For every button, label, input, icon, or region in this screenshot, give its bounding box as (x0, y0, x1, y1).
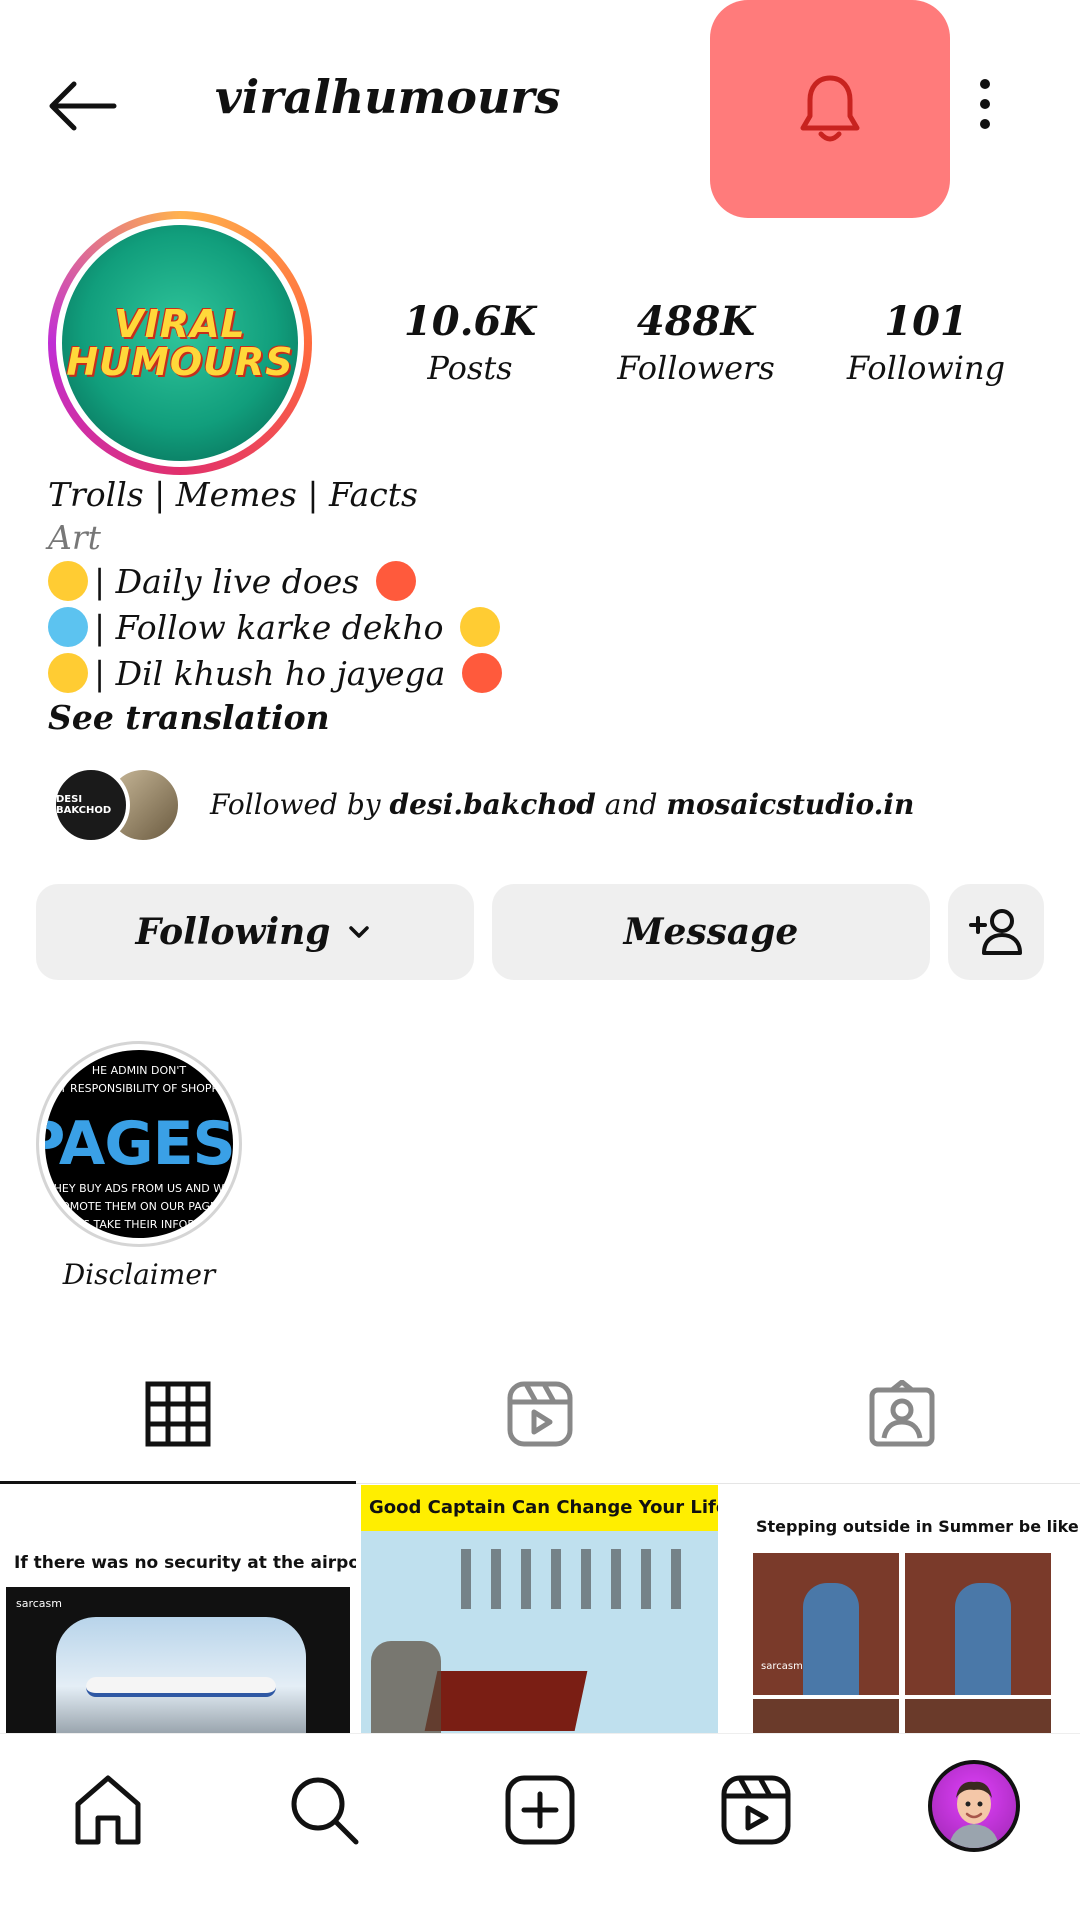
add-person-icon (969, 909, 1022, 955)
mutual-follower-name: desi.bakchod (389, 788, 596, 821)
notifications-button[interactable] (710, 0, 950, 218)
post-caption: Stepping outside in Summer be like : (756, 1517, 1080, 1536)
bell-icon (800, 75, 860, 142)
followed-by-text[interactable]: Followed by desi.bakchod and mosaicstudi… (210, 788, 914, 821)
more-options-icon[interactable] (965, 76, 1005, 132)
suggest-people-button[interactable] (948, 884, 1044, 980)
following-label: Following (846, 349, 1006, 387)
highlight-text: Y RESPONSIBILITY OF SHOPP (59, 1082, 219, 1095)
followers-label: Followers (617, 349, 775, 387)
profile-username: viralhumours (215, 70, 561, 124)
message-button-label: Message (623, 911, 799, 953)
smiling-face-icon (48, 653, 88, 693)
grid-tab-icon[interactable] (144, 1380, 212, 1448)
following-count: 101 (884, 298, 968, 345)
see-translation-link[interactable]: See translation (48, 696, 330, 740)
hot-face-icon (375, 561, 416, 601)
posts-count: 10.6K (403, 298, 537, 345)
following-button[interactable]: Following (36, 884, 474, 980)
followed-by-conjunction: and (604, 788, 658, 821)
story-highlight[interactable]: HE ADMIN DON'T Y RESPONSIBILITY OF SHOPP… (36, 1041, 242, 1247)
drooling-face-icon (460, 607, 501, 647)
tagged-tab-icon[interactable] (868, 1380, 936, 1448)
profile-avatar[interactable]: VIRAL HUMOURS (48, 211, 312, 475)
post-caption: Good Captain Can Change Your Life (369, 1497, 718, 1518)
highlight-text: OMOTE THEM ON OUR PAGE (61, 1200, 217, 1213)
highlight-label: Disclaimer (62, 1258, 216, 1291)
drooling-face-icon (48, 561, 88, 601)
post-tag: sarcasm (16, 1597, 62, 1610)
followers-count: 488K (636, 298, 756, 345)
create-post-icon[interactable] (502, 1772, 578, 1848)
mutual-follower-name: mosaicstudio.in (666, 788, 915, 821)
post-caption: If there was no security at the airport (14, 1553, 356, 1573)
back-arrow-icon[interactable] (44, 68, 124, 148)
followers-stat[interactable]: 488K Followers (596, 298, 796, 390)
bio-line: Trolls | Memes | Facts (48, 475, 418, 514)
bio-text: | Dil khush ho jayega (94, 654, 446, 693)
chevron-down-icon (349, 926, 370, 938)
active-tab-indicator (0, 1481, 356, 1484)
reels-tab-icon[interactable] (506, 1380, 574, 1448)
memoji-avatar-icon (949, 1781, 999, 1848)
highlight-title: PAGES. (45, 1109, 233, 1179)
avatar-text: DESI BAKCHOD (56, 794, 112, 816)
post-tag: sarcasm (761, 1661, 803, 1672)
bio-line: | Daily live does (48, 560, 422, 604)
bio-line: | Follow karke dekho (48, 606, 506, 650)
bio-text: | Follow karke dekho (94, 608, 444, 647)
search-icon[interactable] (286, 1772, 362, 1848)
post-image-panel (905, 1553, 1051, 1695)
profile-tab-avatar[interactable] (928, 1760, 1020, 1852)
post-image: sarcasm (6, 1587, 350, 1733)
avatar-text: HUMOURS (66, 340, 294, 384)
post-image (361, 1531, 718, 1733)
following-stat[interactable]: 101 Following (826, 298, 1026, 390)
highlight-text: S TAKE THEIR INFOR (83, 1218, 195, 1231)
post-image-panel: sarcasm (753, 1553, 899, 1695)
post-thumbnail[interactable]: If there was no security at the airport … (0, 1485, 356, 1733)
message-button[interactable]: Message (492, 884, 930, 980)
reels-icon[interactable] (718, 1772, 794, 1848)
bio-text: | Daily live does (94, 562, 360, 601)
mutual-follower-avatar[interactable]: DESI BAKCHOD (52, 766, 130, 844)
posts-label: Posts (427, 349, 513, 387)
home-icon[interactable] (70, 1772, 146, 1848)
post-thumbnail[interactable]: Good Captain Can Change Your Life (361, 1485, 718, 1733)
following-button-label: Following (135, 911, 331, 953)
highlight-text: HE ADMIN DON'T (91, 1064, 187, 1077)
followed-by-prefix: Followed by (210, 788, 381, 821)
hot-face-icon (461, 653, 502, 693)
post-thumbnail[interactable]: Stepping outside in Summer be like : sar… (723, 1485, 1080, 1733)
bio-line: | Dil khush ho jayega (48, 652, 508, 696)
screaming-face-icon (48, 607, 88, 647)
bio-category: Art (48, 518, 101, 557)
avatar-text: VIRAL (114, 302, 246, 346)
highlight-text: THEY BUY ADS FROM US AND WE (46, 1182, 232, 1195)
posts-stat[interactable]: 10.6K Posts (370, 298, 570, 390)
